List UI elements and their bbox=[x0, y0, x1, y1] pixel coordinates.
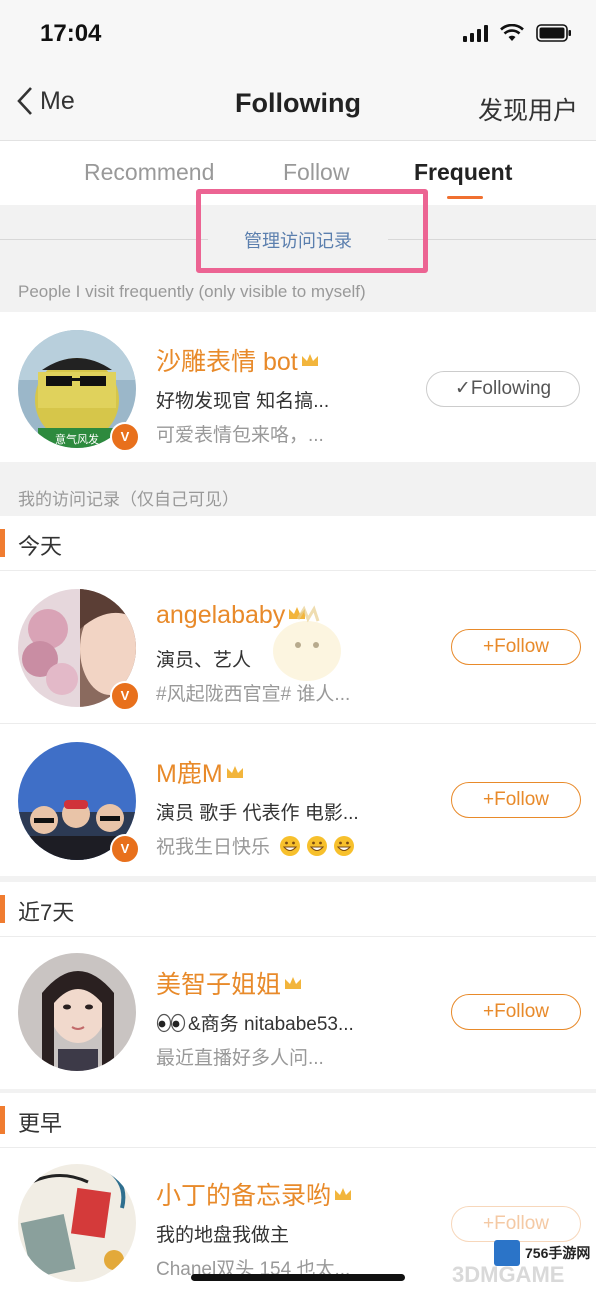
tab-follow[interactable]: Follow bbox=[283, 159, 349, 186]
follow-button[interactable]: +Follow bbox=[451, 994, 581, 1030]
user-name-text: 美智子姐姐 bbox=[156, 971, 282, 999]
group-header-last-7-days: 近7天 bbox=[0, 882, 596, 937]
tab-frequent[interactable]: Frequent bbox=[414, 159, 512, 186]
tab-active-indicator bbox=[447, 196, 483, 199]
battery-icon bbox=[536, 24, 571, 42]
user-name-text: 小丁的备忘录哟 bbox=[156, 1182, 332, 1210]
user-description: 演员 歌手 代表作 电影... bbox=[156, 803, 359, 824]
group-marker bbox=[0, 529, 5, 557]
watermark-logo-icon bbox=[494, 1240, 520, 1266]
user-name[interactable]: 美智子姐姐 bbox=[156, 965, 303, 1001]
following-button[interactable]: ✓Following bbox=[426, 371, 580, 407]
crown-icon bbox=[285, 977, 302, 989]
user-name[interactable]: M鹿M bbox=[156, 754, 245, 790]
wifi-icon bbox=[500, 24, 524, 41]
user-name[interactable]: 沙雕表情 bot bbox=[156, 342, 320, 378]
avatar[interactable] bbox=[18, 1164, 136, 1282]
verified-badge-icon: V bbox=[110, 422, 140, 452]
user-name-text: M鹿M bbox=[156, 760, 223, 788]
crown-icon bbox=[301, 354, 318, 366]
crown-icon bbox=[226, 766, 243, 778]
status-bar: 17:04 bbox=[0, 0, 596, 70]
status-time: 17:04 bbox=[40, 20, 102, 47]
group-marker bbox=[0, 895, 5, 923]
avatar[interactable] bbox=[18, 953, 136, 1071]
follow-button[interactable]: +Follow bbox=[451, 782, 581, 818]
mascot-watermark-icon bbox=[273, 605, 341, 681]
group-title: 近7天 bbox=[18, 900, 75, 925]
watermark-badge-text: 756手游网 bbox=[525, 1245, 591, 1261]
follow-button[interactable]: +Follow bbox=[451, 629, 581, 665]
user-latest-post-text: 祝我生日快乐 bbox=[156, 837, 271, 858]
verified-badge-icon: V bbox=[110, 681, 140, 711]
group-title: 今天 bbox=[18, 534, 63, 559]
user-latest-post: 最近直播好多人问... bbox=[156, 1048, 324, 1069]
follow-button[interactable]: +Follow bbox=[451, 1206, 581, 1242]
tab-recommend[interactable]: Recommend bbox=[84, 159, 214, 186]
user-description: 好物发现官 知名搞... bbox=[156, 391, 330, 412]
group-title: 更早 bbox=[18, 1111, 63, 1136]
home-indicator[interactable] bbox=[191, 1274, 405, 1281]
group-header-earlier: 更早 bbox=[0, 1093, 596, 1148]
eyes-emoji-icon bbox=[156, 1013, 186, 1033]
user-card[interactable]: 意气风发 V 沙雕表情 bot 好物发现官 知名搞... 可爱表情包来咯，...… bbox=[0, 312, 596, 462]
frequent-caption: People I visit frequently (only visible … bbox=[18, 282, 366, 301]
user-description: 我的地盘我做主 bbox=[156, 1225, 290, 1246]
svg-text:意气风发: 意气风发 bbox=[55, 432, 99, 446]
user-card[interactable]: 美智子姐姐 &商务 nitababe53... 最近直播好多人问... +Fol… bbox=[0, 937, 596, 1089]
user-latest-post: 可爱表情包来咯，... bbox=[156, 425, 324, 446]
user-description-text: &商务 nitababe53... bbox=[188, 1014, 354, 1035]
group-header-today: 今天 bbox=[0, 516, 596, 571]
nav-bar: Me Following 发现用户 bbox=[0, 70, 596, 141]
grin-emoji-icon bbox=[280, 836, 355, 856]
user-description: &商务 nitababe53... bbox=[156, 1009, 354, 1036]
signal-icon bbox=[463, 24, 488, 42]
user-card[interactable]: V angelababy 演员、艺人 #风起陇西官宣# 谁人... +Follo… bbox=[0, 571, 596, 723]
user-card[interactable]: V M鹿M 演员 歌手 代表作 电影... 祝我生日快乐 +Follow bbox=[0, 724, 596, 876]
verified-badge-icon: V bbox=[110, 834, 140, 864]
user-name[interactable]: 小丁的备忘录哟 bbox=[156, 1176, 353, 1212]
status-icons bbox=[463, 24, 572, 42]
history-caption: 我的访问记录（仅自己可见） bbox=[18, 490, 239, 509]
user-description: 演员、艺人 bbox=[156, 650, 252, 671]
highlight-box bbox=[196, 189, 428, 273]
crown-icon bbox=[335, 1188, 352, 1200]
user-name-text: 沙雕表情 bot bbox=[156, 348, 298, 376]
discover-users-button[interactable]: 发现用户 bbox=[478, 91, 578, 127]
group-marker bbox=[0, 1106, 5, 1134]
watermark-badge: 756手游网 bbox=[494, 1240, 590, 1266]
user-latest-post: 祝我生日快乐 bbox=[156, 832, 355, 859]
